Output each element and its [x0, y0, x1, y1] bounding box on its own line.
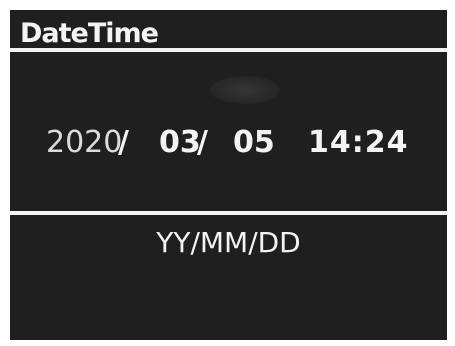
screen-reflection	[210, 76, 280, 104]
date-separator: /	[118, 125, 129, 160]
datetime-display: 2020 / 03 / 05 14:24	[10, 123, 447, 163]
title-divider	[10, 48, 447, 52]
month-field[interactable]: 03	[159, 123, 201, 163]
format-divider	[10, 211, 447, 215]
year-field[interactable]: 2020	[46, 123, 122, 163]
time-field[interactable]: 14:24	[308, 123, 409, 163]
date-format-option[interactable]: YY/MM/DD	[10, 225, 447, 261]
screen-title: DateTime	[20, 18, 159, 49]
date-separator: /	[197, 125, 208, 160]
device-screen: DateTime 2020 / 03 / 05 14:24 YY/MM/DD	[10, 10, 447, 340]
day-field[interactable]: 05	[233, 123, 275, 163]
